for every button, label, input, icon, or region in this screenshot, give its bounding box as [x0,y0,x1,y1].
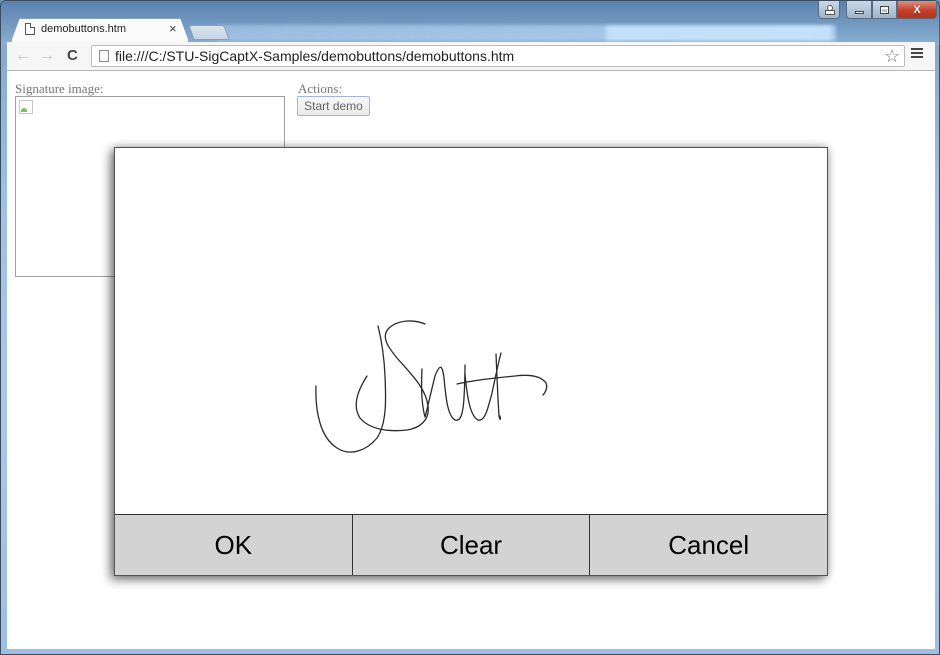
signature-canvas[interactable] [115,148,827,514]
maximize-button[interactable] [872,1,897,19]
broken-image-icon [19,100,33,114]
arrow-right-icon[interactable]: → [39,47,55,65]
background-window-address-hint [216,25,836,41]
signature-stroke [355,320,429,432]
clear-button[interactable]: Clear [352,515,591,575]
star-icon[interactable]: ☆ [884,46,900,66]
cancel-button[interactable]: Cancel [590,515,828,575]
close-icon[interactable]: × [169,21,177,36]
tab-content[interactable]: demobuttons.htm × [11,18,189,42]
arrow-left-icon[interactable]: ← [15,47,31,65]
page-icon [25,23,35,35]
minimize-button[interactable] [846,1,872,19]
user-profile-button[interactable] [818,1,840,19]
reload-icon[interactable]: C [67,47,78,65]
address-bar[interactable]: file:///C:/STU-SigCaptX-Samples/demobutt… [91,45,905,67]
page-icon [99,50,109,62]
window-close-button[interactable]: X [897,1,937,19]
start-demo-button[interactable]: Start demo [297,96,370,116]
signature-image-label: Signature image: [15,81,104,96]
signature-stroke [315,325,387,453]
signature-pad-buttons: OK Clear Cancel [115,514,828,575]
hamburger-menu-icon[interactable] [911,48,923,60]
page-viewport: Signature image: Actions: Start demo OK … [7,71,935,649]
browser-window: demobuttons.htm × X ← → C file:///C:/STU… [0,0,940,655]
close-icon: X [913,3,921,16]
signature-stroke [456,374,548,396]
tab-title: demobuttons.htm [41,23,126,35]
browser-toolbar: ← → C file:///C:/STU-SigCaptX-Samples/de… [7,42,935,71]
signature-stroke [464,352,502,421]
user-icon [825,5,835,15]
new-tab-button[interactable] [188,25,230,40]
minimize-icon [854,11,864,14]
signature-pad-dialog: OK Clear Cancel [114,147,828,576]
actions-label: Actions: [298,81,343,96]
maximize-icon [880,5,889,14]
background-window-search-hint [606,25,831,41]
address-input[interactable]: file:///C:/STU-SigCaptX-Samples/demobutt… [115,48,514,64]
ok-button[interactable]: OK [115,515,353,575]
